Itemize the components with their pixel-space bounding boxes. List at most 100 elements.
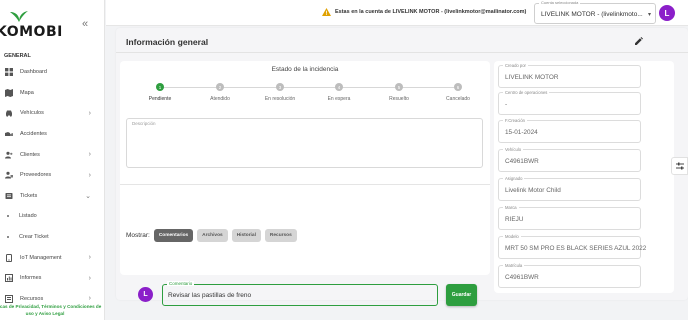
chevron-right-icon: › [88,274,91,282]
step-label: Atendido [210,96,230,102]
user-avatar[interactable]: L [659,5,675,21]
field-matricula[interactable]: Matrícula C4961BWR [498,263,641,288]
side-settings-tab[interactable] [671,157,688,175]
comment-input-label: Comentario [167,281,195,286]
field-value: C4961BWR [505,274,539,281]
ticket-icon [5,192,13,200]
field-value: RIEJU [505,216,524,223]
chevron-right-icon: › [88,109,91,117]
main-content: Información general Estado de la inciden… [116,28,688,306]
status-stepper: 1 Pendiente 2 Atendido 3 En resolución 4… [130,81,480,107]
field-label: Marca [503,205,519,210]
comment-input-value: Revisar las pastillas de freno [168,292,252,299]
tab-historial[interactable]: Historial [231,229,261,242]
step-label: En espera [327,96,351,102]
details-panel: Creado por LIVELINK MOTOR Centro de oper… [494,61,674,293]
chevron-right-icon: › [88,254,91,262]
description-label: Descripción [132,121,156,126]
crash-icon [5,130,13,138]
description-field[interactable]: Descripción [126,118,483,168]
field-vehiculo[interactable]: Vehículo C4961BWR [498,147,641,172]
field-label: Vehículo [503,147,524,152]
bullet-icon [7,236,9,239]
field-label: Matrícula [503,263,525,268]
field-fecha-creacion[interactable]: F.Creación 15-01-2024 [498,118,641,143]
field-label: Centro de operaciones [503,90,550,95]
provider-icon [5,171,13,179]
field-value: Livelink Motor Child [505,187,561,194]
sidebar-item-iot-management[interactable]: IoT Management › [0,247,104,268]
tab-comentarios[interactable]: Comentarios [153,229,194,242]
sidebar-item-proveedores[interactable]: Proveedores › [0,165,104,186]
comment-avatar: L [138,287,153,302]
company-select-value: LIVELINK MOTOR - (livelinkmoto... [541,11,643,18]
sidebar-item-label: Clientes [20,151,40,158]
sidebar-item-label: Informes [20,275,42,282]
sidebar-nav: Dashboard Mapa Vehículos › Accidentes Cl… [0,62,104,309]
edit-pencil-icon[interactable] [634,37,643,46]
field-value: LIVELINK MOTOR [505,74,559,81]
sidebar-subitem-crear-ticket[interactable]: Crear Ticket [0,227,104,248]
field-label: Modelo [503,234,521,239]
incident-panel: Estado de la incidencia 1 Pendiente 2 At… [120,61,490,306]
legal-footer-link[interactable]: Políticas de Privacidad, Términos y Cond… [0,303,104,317]
field-marca[interactable]: Marca RIEJU [498,205,641,230]
account-warning-text: Estas en la cuenta de LIVELINK MOTOR - (… [335,9,527,15]
chevron-right-icon: › [88,151,91,159]
users-icon [5,151,13,159]
sidebar-item-tickets[interactable]: Tickets ⌄ [0,186,104,207]
logo-mark-icon [10,11,28,22]
chevron-right-icon: › [88,295,91,303]
collapse-sidebar-icon[interactable]: « [82,18,88,30]
warning-icon [322,8,331,16]
step-en-resolucion: 3 En resolución [252,81,308,102]
field-creado-por[interactable]: Creado por LIVELINK MOTOR [498,63,641,88]
sidebar-item-accidentes[interactable]: Accidentes [0,124,104,145]
sidebar-item-label: Proveedores [20,172,52,179]
status-title: Estado de la incidencia [271,66,339,73]
report-icon [5,274,13,283]
sidebar-item-vehiculos[interactable]: Vehículos › [0,103,104,124]
field-centro-operaciones[interactable]: Centro de operaciones - [498,90,641,115]
sidebar-item-label: IoT Management [20,254,62,261]
step-label: En resolución [264,96,296,102]
comment-input[interactable]: Comentario Revisar las pastillas de fren… [162,281,438,306]
bullet-icon [7,215,9,218]
field-label: Asignado [503,176,525,181]
company-select[interactable]: Cuenta seleccionada LIVELINK MOTOR - (li… [534,0,656,24]
resources-icon [5,294,13,303]
sidebar-item-clientes[interactable]: Clientes › [0,144,104,165]
save-comment-button[interactable]: Guardar [446,284,477,306]
field-value: 15-01-2024 [505,129,538,136]
field-asignado[interactable]: Asignado Livelink Motor Child [498,176,641,201]
sidebar-subitem-listado[interactable]: Listado [0,206,104,227]
sidebar-item-label: Vehículos [20,110,44,117]
field-label: F.Creación [503,118,528,123]
sidebar-item-label: Listado [19,213,37,220]
step-cancelado: 6 Cancelado [430,81,486,102]
step-circle: 1 [156,83,164,91]
show-filter-row: Mostrar: Comentarios Archivos Historial … [126,229,301,242]
chevron-right-icon: › [88,171,91,179]
tab-recursos[interactable]: Recursos [264,229,297,242]
sidebar-item-informes[interactable]: Informes › [0,268,104,289]
show-label: Mostrar: [126,232,150,239]
step-circle: 6 [454,83,462,91]
tab-archivos[interactable]: Archivos [197,229,228,242]
sidebar-item-dashboard[interactable]: Dashboard [0,62,104,83]
sidebar-item-label: Crear Ticket [19,234,49,241]
sidebar-item-label: Tickets [20,192,38,199]
sidebar-item-label: Mapa [20,89,34,96]
grid-icon [5,68,13,77]
step-atendido: 2 Atendido [192,81,248,102]
sidebar: KOMOBI « GENERAL Dashboard Mapa Vehículo… [0,0,105,320]
company-select-label: Cuenta seleccionada [539,0,581,5]
field-label: Creado por [503,63,528,68]
iot-icon [5,253,13,262]
logo[interactable]: KOMOBI [0,10,66,40]
sidebar-item-label: Recursos [20,295,44,302]
sidebar-item-mapa[interactable]: Mapa [0,83,104,104]
sliders-icon [675,162,684,170]
field-modelo[interactable]: Modelo MRT 50 SM PRO ES BLACK SERIES AZU… [498,234,646,259]
dropdown-arrow-icon: ▾ [647,12,651,18]
